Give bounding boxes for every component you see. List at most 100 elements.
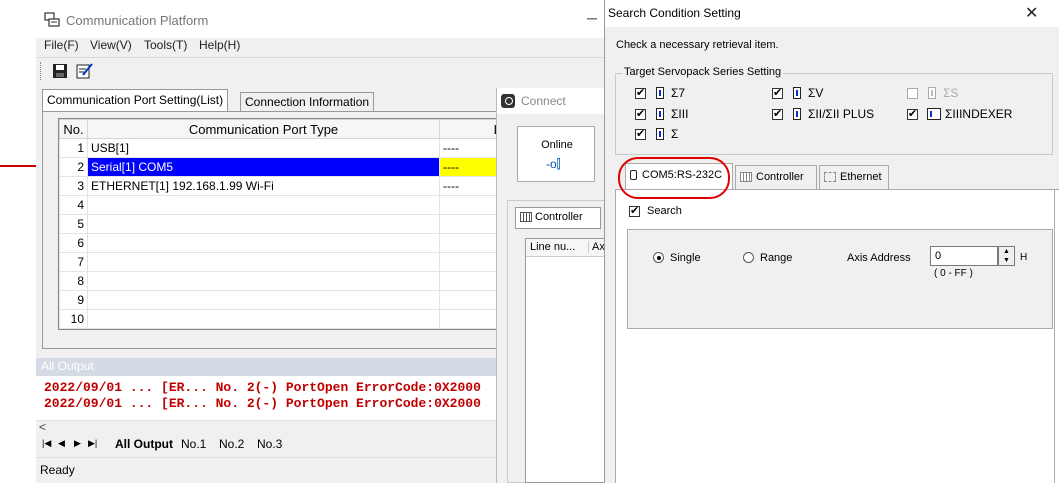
connect-window: Connect Online -o⫿ Controller Line nu...…	[496, 88, 610, 483]
row-port-type[interactable]	[87, 309, 440, 329]
prev-tab-icon[interactable]: ◀	[58, 438, 65, 449]
row-port-type[interactable]	[87, 214, 440, 234]
axis-address-spinner[interactable]: ▲ ▼	[998, 246, 1015, 266]
row-port-type[interactable]: USB[1]	[87, 138, 440, 158]
series-checkbox-sigma5[interactable]	[772, 86, 783, 99]
series-checkbox-sigma3[interactable]	[635, 107, 646, 120]
plug-icon: -o⫿	[546, 157, 561, 171]
spin-up-icon[interactable]: ▲	[1003, 248, 1010, 255]
series-checkbox-sigma7[interactable]	[635, 86, 646, 99]
window-title: Communication Platform	[66, 13, 209, 28]
row-port-type[interactable]: ETHERNET[1] 192.168.1.99 Wi-Fi	[87, 176, 440, 196]
series-checkbox-sigma[interactable]	[635, 127, 646, 140]
hex-unit-label: H	[1020, 252, 1028, 263]
servopack-icon	[656, 128, 664, 140]
search-window-title: Search Condition Setting	[608, 6, 741, 20]
series-label-sigma: Σ	[671, 127, 679, 141]
series-label-sigma2: ΣII/ΣII PLUS	[808, 107, 875, 121]
minimize-button[interactable]: ─	[578, 6, 606, 30]
servopack-icon	[656, 108, 664, 120]
menu-bar: File(F) View(V) Tools(T) Help(H)	[36, 38, 606, 56]
axis-address-input[interactable]	[930, 246, 998, 266]
online-button[interactable]: Online -o⫿	[517, 126, 595, 182]
row-no: 5	[59, 214, 88, 234]
col-no[interactable]: No.	[59, 119, 88, 139]
toolbar	[36, 57, 606, 84]
menu-help[interactable]: Help(H)	[199, 38, 240, 52]
ethernet-tab-label: Ethernet	[840, 171, 882, 183]
row-port-type[interactable]	[87, 328, 440, 329]
series-label-sigma5: ΣV	[808, 86, 824, 100]
last-tab-icon[interactable]: ▶|	[88, 438, 97, 449]
series-checkbox-sigma3-indexer[interactable]	[907, 107, 918, 120]
app-icon	[44, 12, 60, 27]
row-port-type[interactable]	[87, 290, 440, 310]
row-no: 7	[59, 252, 88, 272]
servopack-icon	[927, 108, 941, 120]
log-line: 2022/09/01 ... [ER... No. 2(-) PortOpen …	[44, 396, 481, 411]
status-text: Ready	[40, 463, 75, 477]
scroll-left-icon[interactable]: <	[39, 420, 46, 434]
output-title-text: All Output	[41, 359, 94, 373]
menu-tools[interactable]: Tools(T)	[144, 38, 187, 52]
hint-text: Check a necessary retrieval item.	[616, 39, 779, 51]
edit-icon[interactable]	[74, 61, 94, 81]
row-no: 10	[59, 309, 88, 329]
first-tab-icon[interactable]: |◀	[42, 438, 51, 449]
servopack-icon	[656, 87, 664, 99]
col-line-number[interactable]: Line nu...	[530, 241, 575, 253]
radio-single[interactable]	[653, 252, 664, 263]
series-label-sigma3: ΣIII	[671, 107, 689, 121]
toolbar-grip	[40, 62, 42, 80]
series-label-sigma7: Σ7	[671, 86, 686, 100]
close-icon[interactable]: ✕	[1025, 3, 1038, 23]
row-no: 6	[59, 233, 88, 253]
connect-title-bar: Connect	[497, 88, 609, 114]
tab-port-setting-list[interactable]: Communication Port Setting(List)	[42, 89, 229, 112]
axis-address-label: Axis Address	[847, 252, 911, 264]
panel-divider	[1054, 190, 1055, 483]
controller-tab-label: Controller	[756, 171, 804, 183]
search-checkbox[interactable]	[629, 204, 640, 217]
next-tab-icon[interactable]: ▶	[74, 438, 81, 449]
col-axis[interactable]: Ax	[588, 241, 605, 253]
radio-range[interactable]	[743, 252, 754, 263]
servopack-icon	[793, 87, 801, 99]
tab-no3[interactable]: No.3	[254, 437, 285, 451]
tab-connection-information[interactable]: Connection Information	[240, 92, 375, 112]
controller-tab-label: Controller	[535, 211, 583, 223]
col-port-type[interactable]: Communication Port Type	[87, 119, 440, 139]
online-label: Online	[541, 139, 573, 151]
axis-address-group	[627, 229, 1053, 329]
tab-ethernet[interactable]: Ethernet	[819, 165, 889, 189]
row-no: 3	[59, 176, 88, 196]
connection-list[interactable]: Line nu... Ax	[525, 238, 610, 483]
tab-no1[interactable]: No.1	[178, 437, 209, 451]
port-type-tabs: COM5:RS-232C Controller Ethernet	[615, 163, 1053, 189]
axis-range-hint: ( 0 - FF )	[934, 268, 973, 279]
tab-all-output[interactable]: All Output	[112, 437, 176, 451]
row-no: 1	[59, 138, 88, 158]
row-port-type[interactable]	[87, 195, 440, 215]
spin-down-icon[interactable]: ▼	[1003, 257, 1010, 264]
row-port-type[interactable]	[87, 252, 440, 272]
save-icon[interactable]	[50, 61, 70, 81]
connect-icon	[501, 94, 515, 108]
search-title-bar: Search Condition Setting ✕	[605, 0, 1059, 27]
series-checkbox-sigma2[interactable]	[772, 107, 783, 120]
menu-view[interactable]: View(V)	[90, 38, 132, 52]
tab-com5-rs232c[interactable]: COM5:RS-232C	[625, 163, 733, 189]
menu-file[interactable]: File(F)	[44, 38, 79, 52]
serial-port-icon	[630, 170, 637, 181]
row-port-type[interactable]: Serial[1] COM5	[87, 157, 440, 177]
tab-controller[interactable]: Controller	[735, 165, 817, 189]
search-label: Search	[647, 205, 682, 217]
network-icon	[824, 172, 836, 183]
row-port-type[interactable]	[87, 271, 440, 291]
servopack-icon	[793, 108, 801, 120]
row-port-type[interactable]	[87, 233, 440, 253]
series-checkbox-sigmas[interactable]	[907, 88, 918, 99]
tab-no2[interactable]: No.2	[216, 437, 247, 451]
tab-controller[interactable]: Controller	[515, 207, 601, 229]
row-no: 11	[59, 328, 88, 329]
